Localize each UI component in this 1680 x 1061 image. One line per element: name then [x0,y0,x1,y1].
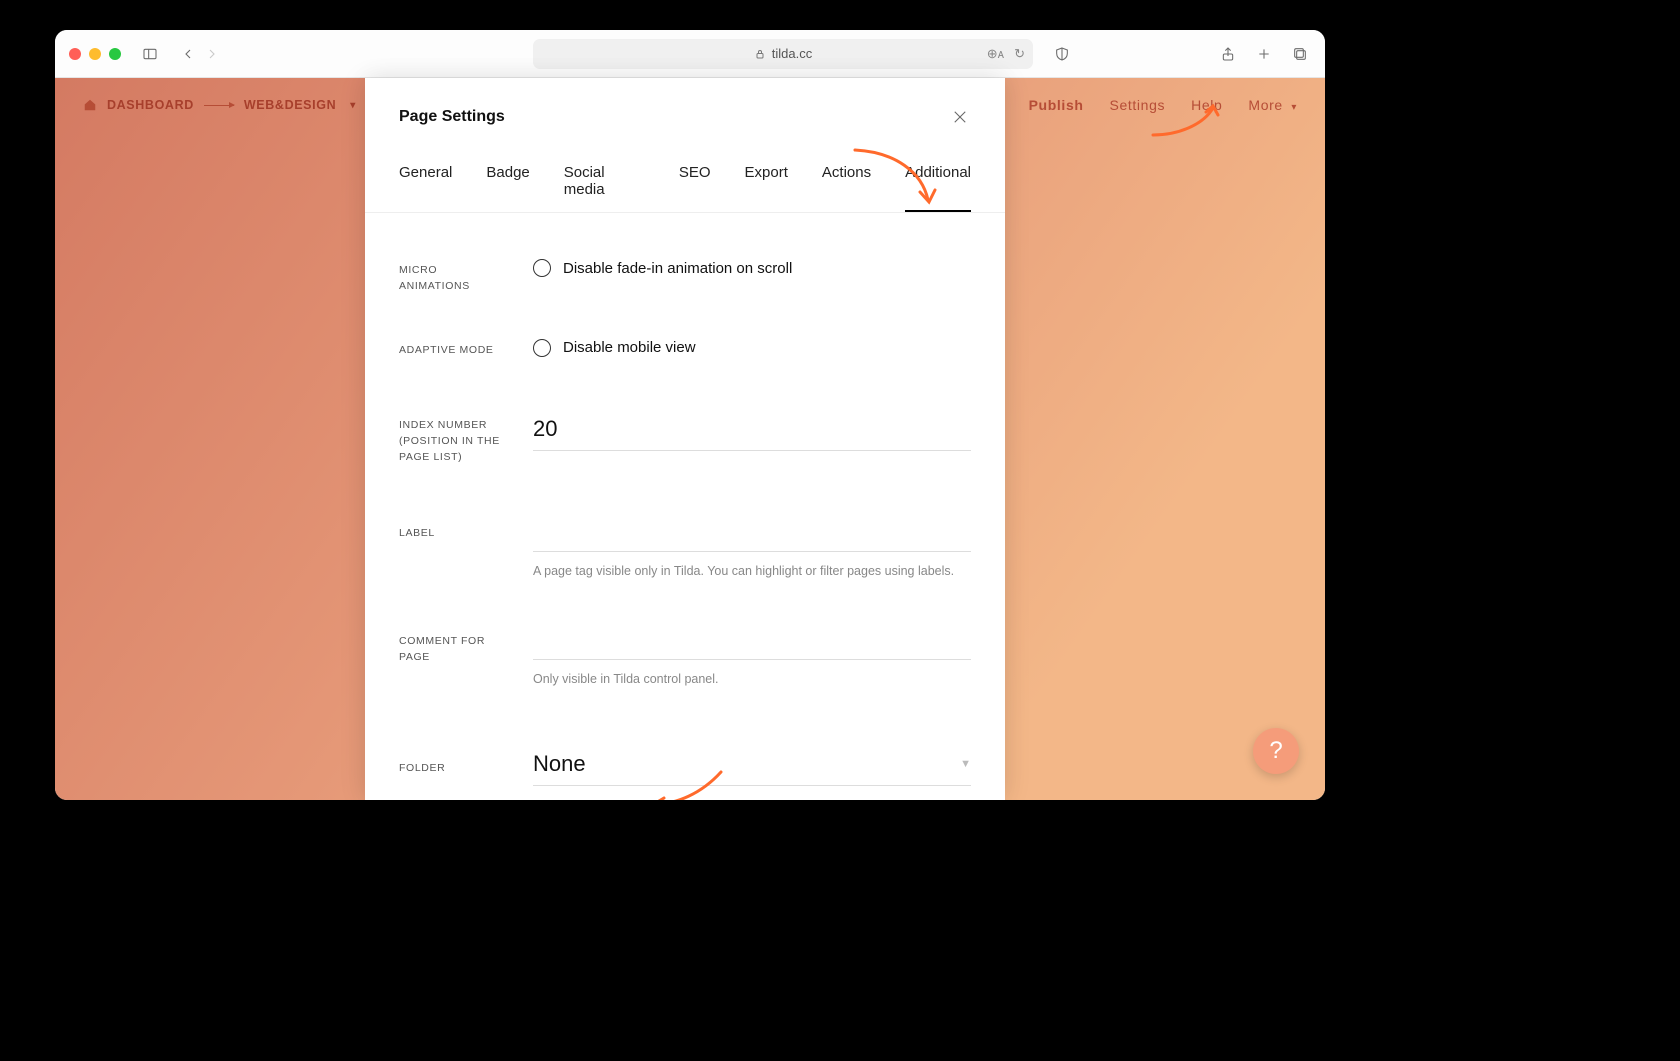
radio-icon [533,339,551,357]
radio-icon [533,259,551,277]
shield-icon[interactable] [1051,43,1073,65]
back-icon[interactable] [177,43,199,65]
lock-icon [754,48,766,60]
url-bar[interactable]: tilda.cc ⊕ᴀ ↻ [533,39,1033,69]
tab-social-media[interactable]: Social media [564,164,645,212]
translate-icon[interactable]: ⊕ᴀ [987,46,1004,62]
forward-icon[interactable] [201,43,223,65]
home-icon[interactable] [83,98,97,112]
option-disable-mobile-label: Disable mobile view [563,339,696,356]
chevron-down-icon: ▾ [1291,102,1297,113]
help-fab-button[interactable]: ? [1253,728,1299,774]
page-label-hint: A page tag visible only in Tilda. You ca… [533,562,971,581]
nav-more[interactable]: More ▾ [1248,97,1297,113]
label-index-number: INDEX NUMBER (POSITION IN THE PAGE LIST) [399,414,509,465]
label-adaptive-mode: ADAPTIVE MODE [399,339,509,359]
modal-title: Page Settings [399,108,505,126]
question-icon: ? [1269,737,1282,765]
label-comment: COMMENT FOR PAGE [399,630,509,666]
tab-seo[interactable]: SEO [679,164,711,212]
url-text: tilda.cc [772,46,812,61]
maximize-window-icon[interactable] [109,48,121,60]
reload-icon[interactable]: ↻ [1014,46,1025,62]
nav-publish[interactable]: Publish [1029,97,1084,113]
chevron-down-icon: ▼ [960,758,971,770]
new-tab-icon[interactable] [1253,43,1275,65]
option-disable-fadein[interactable]: Disable fade-in animation on scroll [533,259,971,277]
tab-general[interactable]: General [399,164,452,212]
label-micro-animations: MICRO ANIMATIONS [399,259,509,295]
folder-value: None [533,751,960,777]
option-disable-fadein-label: Disable fade-in animation on scroll [563,260,792,277]
close-window-icon[interactable] [69,48,81,60]
nav-help[interactable]: Help [1191,97,1222,113]
label-folder: FOLDER [399,751,509,777]
page-settings-modal: Page Settings General Badge Social media… [365,78,1005,800]
nav-settings[interactable]: Settings [1110,97,1166,113]
chevron-down-icon[interactable]: ▾ [350,100,356,111]
traffic-lights [69,48,121,60]
index-number-input[interactable] [533,414,971,451]
option-disable-mobile[interactable]: Disable mobile view [533,339,971,357]
sidebar-toggle-icon[interactable] [139,43,161,65]
breadcrumb-arrow-icon [204,105,234,106]
tabs-overview-icon[interactable] [1289,43,1311,65]
tab-additional[interactable]: Additional [905,164,971,212]
tab-export[interactable]: Export [745,164,788,212]
browser-chrome: tilda.cc ⊕ᴀ ↻ [55,30,1325,78]
modal-tabs: General Badge Social media SEO Export Ac… [365,128,1005,213]
folder-select[interactable]: None ▼ [533,751,971,786]
browser-window: tilda.cc ⊕ᴀ ↻ [55,30,1325,800]
label-page-label: LABEL [399,522,509,542]
tab-badge[interactable]: Badge [486,164,529,212]
close-icon [951,108,969,126]
breadcrumb-project[interactable]: WEB&DESIGN [244,98,336,112]
comment-input[interactable] [533,630,971,660]
comment-hint: Only visible in Tilda control panel. [533,670,971,689]
share-icon[interactable] [1217,43,1239,65]
breadcrumb-dashboard[interactable]: DASHBOARD [107,98,194,112]
page-label-input[interactable] [533,522,971,552]
minimize-window-icon[interactable] [89,48,101,60]
close-button[interactable] [949,106,971,128]
tab-actions[interactable]: Actions [822,164,871,212]
